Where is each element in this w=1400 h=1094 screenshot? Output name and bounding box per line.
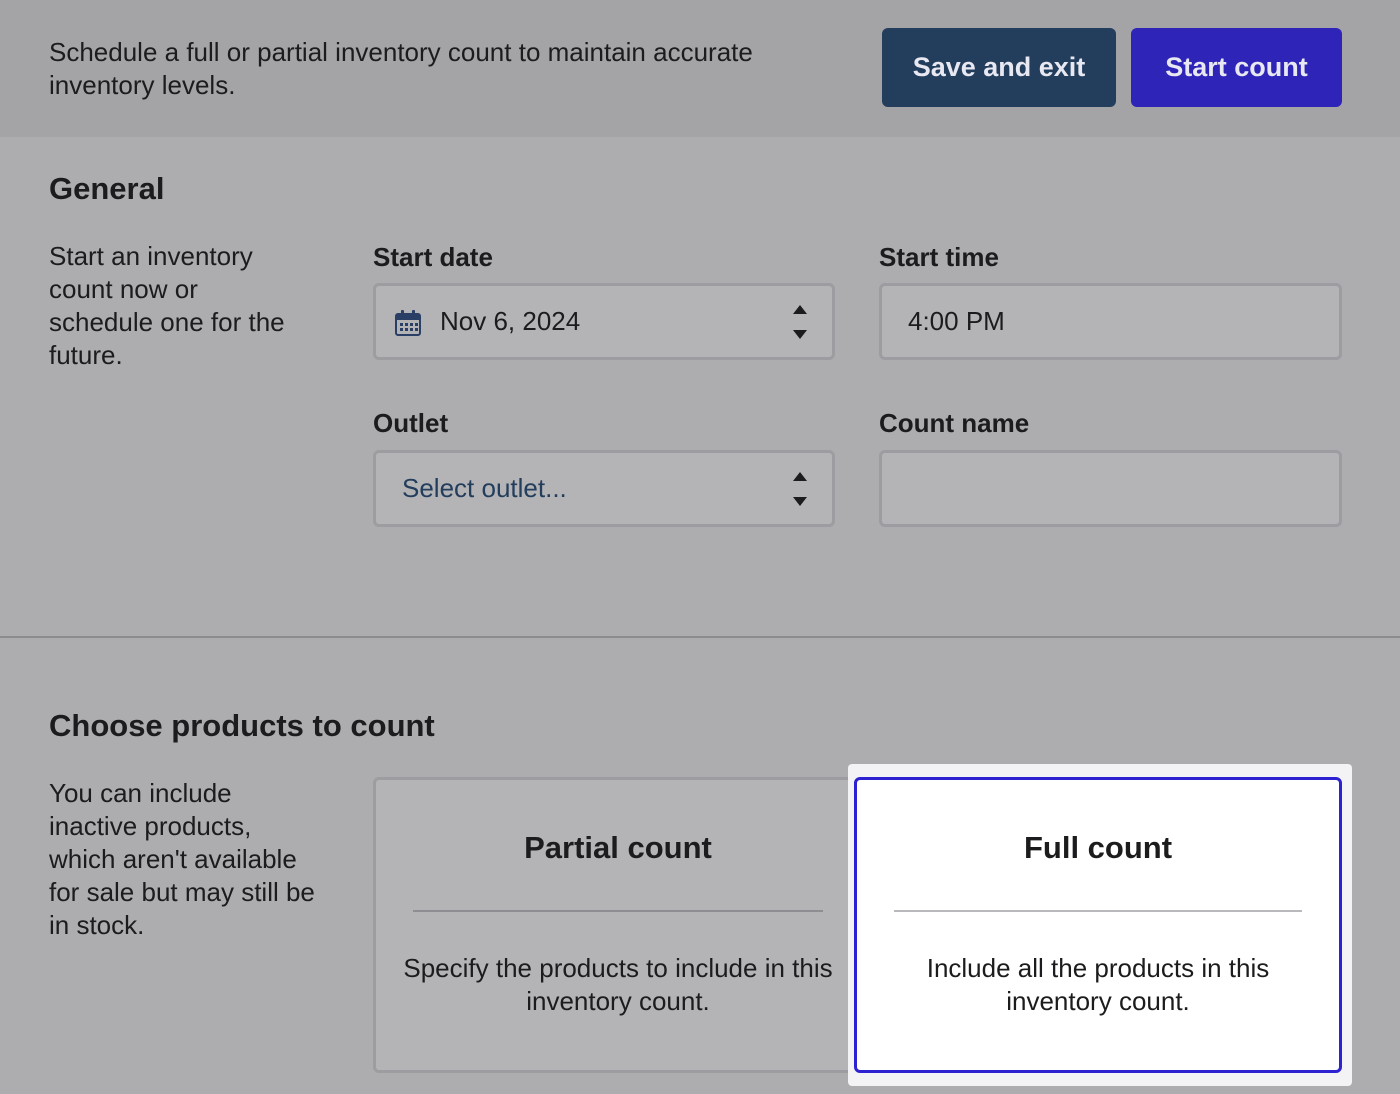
partial-count-option[interactable]: Partial count Specify the products to in… <box>373 777 863 1073</box>
start-time-field[interactable]: 4:00 PM <box>879 283 1342 360</box>
start-date-field[interactable]: Nov 6, 2024 <box>373 283 835 360</box>
start-date-value: Nov 6, 2024 <box>440 306 581 336</box>
products-description: You can include inactive products, which… <box>49 778 315 940</box>
sort-stepper-icon[interactable] <box>792 303 808 341</box>
start-date-label: Start date <box>373 242 493 272</box>
section-title-general: General <box>49 171 165 206</box>
page-description: Schedule a full or partial inventory cou… <box>49 37 753 100</box>
outlet-select[interactable]: Select outlet... <box>373 450 835 527</box>
full-count-option[interactable]: Full count Include all the products in t… <box>854 777 1342 1073</box>
start-time-label: Start time <box>879 242 999 272</box>
general-description: Start an inventory count now or schedule… <box>49 241 285 370</box>
option-divider <box>413 910 823 912</box>
start-count-button[interactable]: Start count <box>1131 28 1342 107</box>
count-name-input[interactable] <box>879 450 1342 527</box>
outlet-placeholder: Select outlet... <box>402 473 567 503</box>
count-name-label: Count name <box>879 408 1030 438</box>
sort-stepper-icon[interactable] <box>792 470 808 508</box>
calendar-icon <box>394 309 422 337</box>
partial-count-description: Specify the products to include in this … <box>403 953 833 1016</box>
save-and-exit-button[interactable]: Save and exit <box>882 28 1116 107</box>
full-count-title: Full count <box>1023 830 1173 865</box>
start-time-value: 4:00 PM <box>908 306 1005 336</box>
section-divider <box>0 636 1400 638</box>
partial-count-title: Partial count <box>524 830 712 865</box>
full-count-description: Include all the products in this invento… <box>926 953 1270 1016</box>
option-divider <box>894 910 1302 912</box>
outlet-label: Outlet <box>373 408 449 438</box>
section-title-products: Choose products to count <box>49 708 435 743</box>
